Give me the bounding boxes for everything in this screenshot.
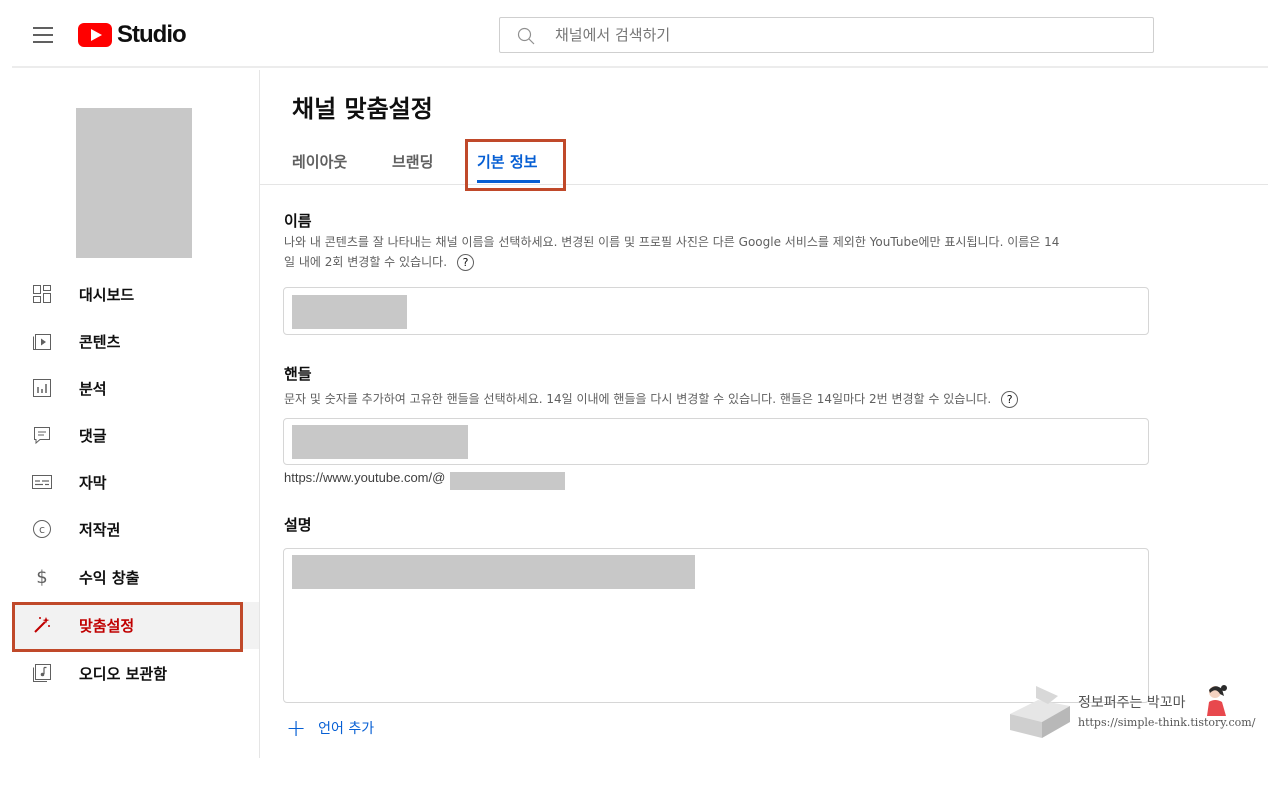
sidebar-item-subtitles[interactable]: 자막 (12, 459, 259, 506)
sidebar-item-label: 대시보드 (79, 286, 135, 304)
description-section-title: 설명 (284, 516, 312, 534)
handle-description: 문자 및 숫자를 추가하여 고유한 핸들을 선택하세요. 14일 이내에 핸들을… (284, 392, 992, 406)
watermark-character-icon (1207, 685, 1227, 716)
sidebar-item-dashboard[interactable]: 대시보드 (12, 271, 259, 318)
top-bar: Studio (12, 0, 1268, 68)
tab-branding[interactable]: 브랜딩 (392, 151, 433, 172)
content-icon (33, 334, 51, 350)
handle-url-prefix: https://www.youtube.com/@ (284, 470, 446, 485)
analytics-icon (33, 379, 51, 397)
plus-icon: + (286, 714, 307, 742)
sidebar-item-copyright[interactable]: c 저작권 (12, 506, 259, 553)
sidebar-item-label: 댓글 (79, 427, 107, 445)
svg-text:$: $ (36, 567, 47, 587)
logo-text: Studio (117, 21, 187, 48)
menu-icon[interactable] (33, 27, 53, 43)
redacted-description (292, 555, 695, 589)
tab-basic-info[interactable]: 기본 정보 (477, 151, 537, 172)
watermark-logo-icon (1010, 686, 1070, 738)
redacted-channel-name (292, 295, 407, 329)
sidebar-item-customization[interactable]: 맞춤설정 (12, 602, 259, 649)
channel-avatar[interactable] (76, 108, 192, 258)
youtube-studio-logo[interactable]: Studio (78, 21, 187, 48)
sidebar-item-label: 콘텐츠 (79, 333, 121, 351)
sidebar-item-analytics[interactable]: 분석 (12, 365, 259, 412)
name-description-line1: 나와 내 콘텐츠를 잘 나타내는 채널 이름을 선택하세요. 변경된 이름 및 … (284, 235, 1060, 249)
sidebar-item-label: 오디오 보관함 (79, 665, 168, 683)
channel-name-field[interactable] (283, 287, 1149, 335)
name-section-title: 이름 (284, 212, 312, 230)
audio-library-icon (33, 664, 51, 682)
svg-text:c: c (39, 523, 45, 536)
tab-bar: 레이아웃 브랜딩 기본 정보 (260, 140, 1268, 185)
comments-icon (34, 427, 50, 445)
handle-field[interactable] (283, 418, 1149, 465)
handle-section-title: 핸들 (284, 365, 312, 383)
search-icon (517, 27, 535, 45)
sidebar-item-content[interactable]: 콘텐츠 (12, 318, 259, 365)
watermark-name: 정보퍼주는 박꼬마 (1078, 695, 1186, 711)
add-language-button[interactable]: + 언어 추가 (286, 714, 375, 742)
handle-url: https://www.youtube.com/@ (284, 470, 445, 485)
sidebar-item-label: 분석 (79, 380, 107, 398)
watermark-url: https://simple-think.tistory.com/ (1078, 716, 1256, 729)
sidebar-item-label: 맞춤설정 (79, 617, 135, 635)
sidebar-item-monetization[interactable]: $ 수익 창출 (12, 554, 259, 601)
search-box[interactable] (499, 17, 1154, 53)
sidebar-item-label: 저작권 (79, 521, 121, 539)
add-language-label: 언어 추가 (318, 721, 375, 737)
sidebar-item-comments[interactable]: 댓글 (12, 412, 259, 459)
help-icon[interactable]: ? (1001, 391, 1019, 408)
handle-section-description: 문자 및 숫자를 추가하여 고유한 핸들을 선택하세요. 14일 이내에 핸들을… (284, 389, 1019, 409)
sidebar-item-label: 자막 (79, 474, 107, 492)
youtube-play-icon (78, 23, 112, 47)
sidebar: 대시보드 콘텐츠 분석 댓글 자막 c 저작권 $ 수익 창출 맞춤설정 오디오… (12, 70, 260, 758)
active-tab-indicator (477, 180, 540, 183)
blog-watermark: 정보퍼주는 박꼬마 https://simple-think.tistory.c… (1005, 680, 1267, 742)
name-description-line2: 일 내에 2회 변경할 수 있습니다. (284, 255, 448, 269)
subtitles-icon (32, 475, 52, 489)
tab-layout[interactable]: 레이아웃 (292, 151, 347, 172)
help-icon[interactable]: ? (457, 254, 475, 271)
search-input[interactable] (555, 18, 1135, 52)
customization-icon (34, 617, 50, 633)
redacted-handle (292, 425, 468, 459)
copyright-icon: c (33, 520, 51, 538)
sidebar-item-audio-library[interactable]: 오디오 보관함 (12, 650, 259, 697)
page-title: 채널 맞춤설정 (292, 95, 433, 123)
dashboard-icon (33, 285, 51, 303)
redacted-handle-url (450, 472, 565, 490)
monetization-icon: $ (36, 567, 47, 587)
sidebar-item-label: 수익 창출 (79, 569, 140, 587)
name-section-description: 나와 내 콘텐츠를 잘 나타내는 채널 이름을 선택하세요. 변경된 이름 및 … (284, 232, 1059, 272)
